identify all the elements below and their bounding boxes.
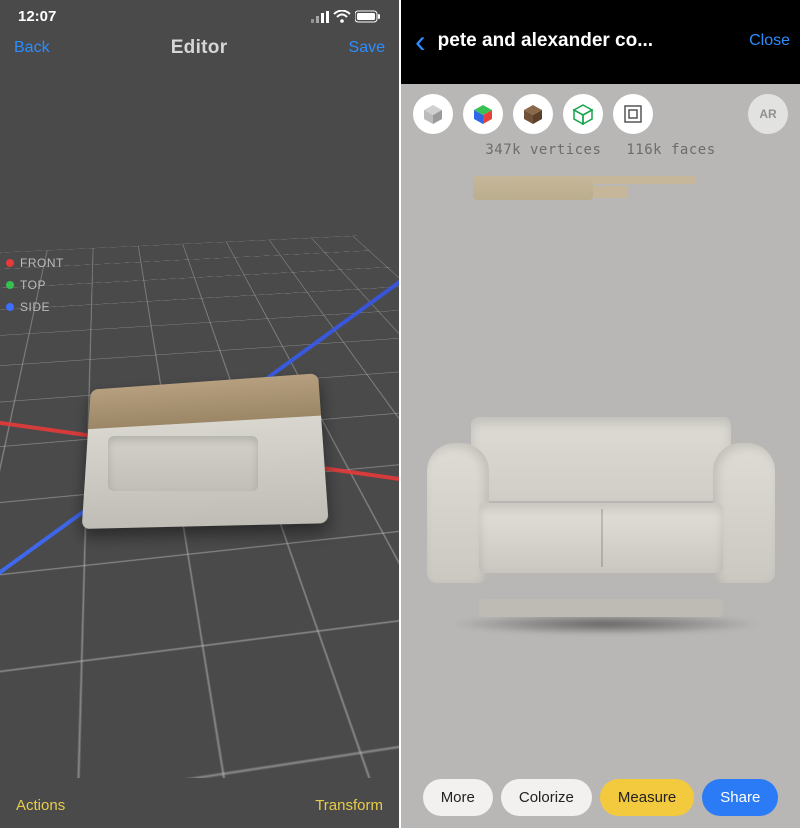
axis-top: TOP — [6, 278, 64, 292]
dot-icon — [6, 259, 14, 267]
bounds-icon[interactable] — [613, 94, 653, 134]
bottom-action-row: More Colorize Measure Share — [401, 779, 800, 816]
axis-side: SIDE — [6, 300, 64, 314]
dot-icon — [6, 303, 14, 311]
axis-front-label: FRONT — [20, 256, 64, 270]
viewer-title: pete and alexander co... — [438, 30, 741, 52]
navbar-title: Editor — [171, 37, 228, 59]
signal-icon — [311, 11, 329, 23]
editor-screen: 12:07 Back Editor Save FRONT TOP — [0, 0, 401, 828]
axis-legend: FRONT TOP SIDE — [6, 256, 64, 322]
editor-viewport[interactable]: FRONT TOP SIDE — [0, 76, 399, 778]
model-viewport[interactable] — [401, 274, 800, 758]
mesh-stats: 347k vertices 116k faces — [401, 142, 800, 158]
more-button[interactable]: More — [423, 779, 493, 816]
measure-button[interactable]: Measure — [600, 779, 694, 816]
save-button[interactable]: Save — [349, 39, 385, 57]
color-cube-icon[interactable] — [463, 94, 503, 134]
viewer-screen: ‹ pete and alexander co... Close AR — [401, 0, 800, 828]
editor-bottombar: Actions Transform — [0, 783, 399, 828]
ar-button[interactable]: AR — [748, 94, 788, 134]
dot-icon — [6, 281, 14, 289]
scan-artifacts — [473, 176, 593, 200]
back-button[interactable]: Back — [14, 39, 50, 57]
vertex-count: 347k vertices — [485, 142, 601, 158]
battery-icon — [355, 10, 381, 23]
wifi-icon — [333, 10, 351, 23]
axis-top-label: TOP — [20, 278, 46, 292]
wireframe-cube-icon[interactable] — [563, 94, 603, 134]
scanned-model[interactable] — [80, 376, 320, 526]
status-time: 12:07 — [18, 8, 56, 25]
back-chevron-icon[interactable]: ‹ — [411, 33, 430, 49]
colorize-button[interactable]: Colorize — [501, 779, 592, 816]
viewer-body: AR 347k vertices 116k faces More Coloriz… — [401, 84, 800, 828]
axis-side-label: SIDE — [20, 300, 50, 314]
face-count: 116k faces — [626, 142, 715, 158]
texture-cube-icon[interactable] — [513, 94, 553, 134]
transform-button[interactable]: Transform — [315, 797, 383, 814]
share-button[interactable]: Share — [702, 779, 778, 816]
status-right — [311, 10, 381, 23]
close-button[interactable]: Close — [749, 32, 790, 50]
scanned-sofa-model[interactable] — [431, 411, 771, 621]
axis-front: FRONT — [6, 256, 64, 270]
render-mode-toolbar: AR — [401, 84, 800, 144]
viewer-navbar: ‹ pete and alexander co... Close — [401, 0, 800, 62]
gray-cube-icon[interactable] — [413, 94, 453, 134]
actions-button[interactable]: Actions — [16, 797, 65, 814]
editor-navbar: Back Editor Save — [0, 29, 399, 71]
status-bar: 12:07 — [0, 0, 399, 29]
